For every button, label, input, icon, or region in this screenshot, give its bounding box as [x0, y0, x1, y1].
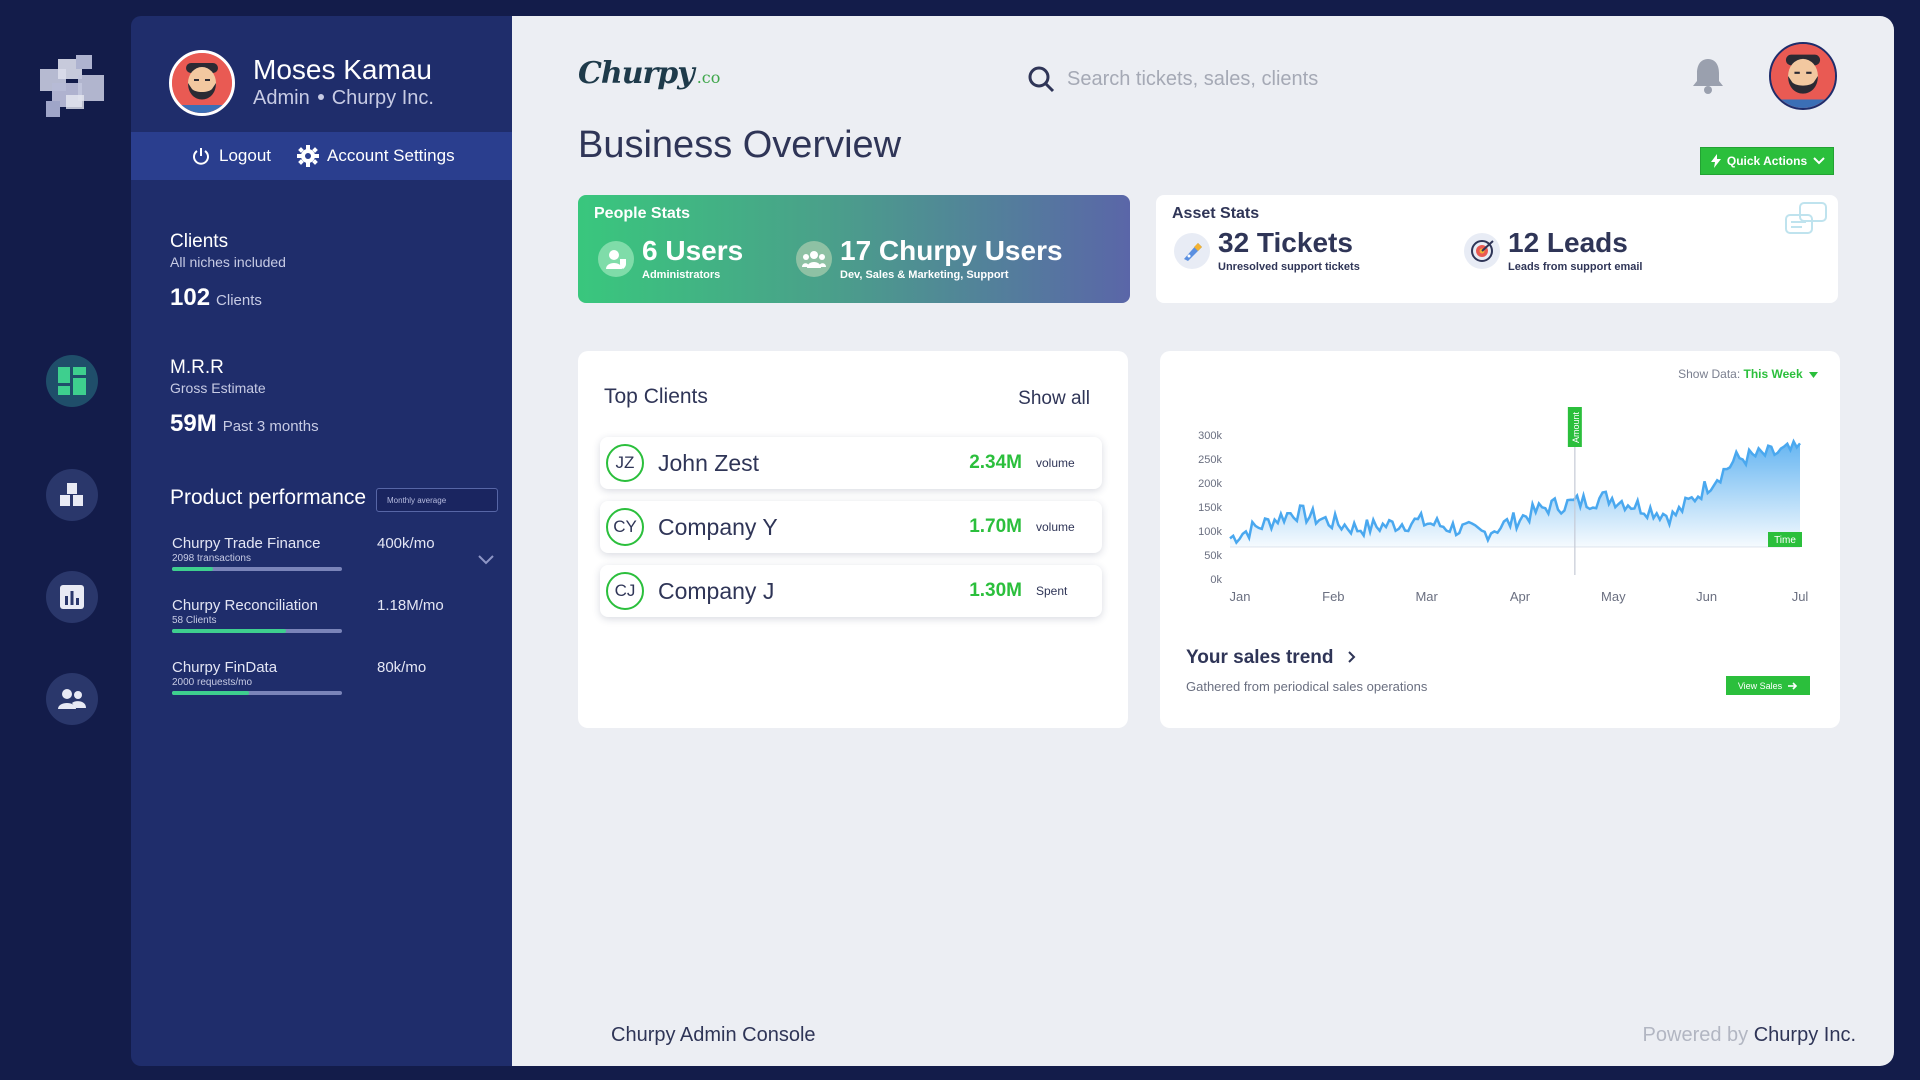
search-icon[interactable]: [1027, 65, 1055, 93]
perf-item-findata: Churpy FinData 2000 requests/mo 80k/mo: [172, 659, 512, 695]
footer-powered-by: Powered by Churpy Inc.: [1642, 1024, 1856, 1046]
y-tick-label: 100k: [1198, 526, 1222, 538]
user-company: Churpy Inc.: [331, 87, 434, 109]
user-role: Admin: [253, 87, 310, 109]
x-tick-label: Jan: [1230, 589, 1251, 604]
x-tick-label: Apr: [1510, 589, 1531, 604]
perf-progress-bar: [172, 691, 342, 695]
sales-trend-link[interactable]: Your sales trend: [1186, 647, 1357, 669]
chevron-down-icon: [1813, 157, 1825, 165]
user-shield-icon: [598, 241, 634, 277]
tickets-stat: 32 Tickets Unresolved support tickets: [1174, 229, 1360, 273]
y-tick-label: 0k: [1210, 574, 1222, 586]
gear-icon: [297, 145, 319, 167]
logout-button[interactable]: Logout: [191, 146, 271, 166]
client-row[interactable]: CJ Company J 1.30M Spent: [600, 565, 1102, 617]
footer-console-name: Churpy Admin Console: [611, 1024, 816, 1046]
chevron-down-icon[interactable]: [477, 554, 495, 566]
churpy-users-stat: 17 Churpy Users Dev, Sales & Marketing, …: [796, 237, 1063, 281]
bell-icon[interactable]: [1690, 56, 1726, 94]
clients-stat: Clients All niches included 102 Clients: [170, 231, 286, 311]
client-initials: JZ: [606, 444, 644, 482]
people-stats-card: People Stats 6 Users Administrators 17 C…: [578, 195, 1130, 303]
leads-stat: 12 Leads Leads from support email: [1464, 229, 1642, 273]
reports-nav-button[interactable]: [46, 571, 98, 623]
avatar[interactable]: [169, 50, 235, 116]
quick-actions-button[interactable]: Quick Actions: [1700, 147, 1834, 175]
clients-count: 102: [170, 284, 211, 311]
x-tick-label: Mar: [1415, 589, 1438, 604]
dashboard-icon: [58, 367, 86, 395]
performance-period-select[interactable]: Monthly average: [376, 488, 498, 512]
perf-progress-bar: [172, 629, 342, 633]
chevron-right-icon: [1348, 651, 1356, 663]
users-icon: [58, 689, 86, 709]
y-tick-label: 150k: [1198, 502, 1222, 514]
ticket-icon: [1174, 233, 1210, 269]
chat-bubbles-icon: [1785, 202, 1827, 234]
asset-stats-card: Asset Stats 32 Tickets Unresolved suppor…: [1156, 195, 1838, 303]
users-stat: 6 Users Administrators: [598, 237, 743, 281]
top-clients-title: Top Clients: [604, 385, 708, 408]
account-settings-button[interactable]: Account Settings: [297, 145, 455, 167]
app-logo-icon: [40, 55, 104, 117]
boxes-icon: [60, 483, 83, 506]
bearded-man-avatar-icon: [172, 53, 232, 113]
brand-logo[interactable]: Churpy .co: [578, 56, 720, 91]
client-row[interactable]: JZ John Zest 2.34M volume: [600, 437, 1102, 489]
time-tag-label: Time: [1774, 535, 1796, 546]
x-tick-label: May: [1601, 589, 1626, 604]
client-amount: 1.30M: [969, 580, 1022, 601]
page-title: Business Overview: [578, 124, 902, 166]
mrr-stat: M.R.R Gross Estimate 59M Past 3 months: [170, 357, 319, 437]
client-amount: 1.70M: [969, 516, 1022, 537]
y-tick-label: 200k: [1198, 478, 1222, 490]
client-row[interactable]: CY Company Y 1.70M volume: [600, 501, 1102, 553]
bar-chart-icon: [60, 585, 84, 609]
power-icon: [193, 148, 209, 165]
users-icon: [796, 241, 832, 277]
sales-area-chart[interactable]: 300k 250k 200k 150k 100k 50k 0k Jan Feb Mar Apr May…: [1160, 351, 1840, 631]
arrow-right-icon: [1788, 681, 1798, 690]
account-bar: Logout Account Settings: [131, 132, 513, 180]
client-amount: 2.34M: [969, 452, 1022, 473]
view-sales-button[interactable]: View Sales: [1726, 676, 1810, 695]
client-name: John Zest: [658, 449, 759, 476]
users-nav-button[interactable]: [46, 673, 98, 725]
sales-area-fill: [1230, 441, 1800, 547]
client-initials: CY: [606, 508, 644, 546]
x-tick-label: Jun: [1696, 589, 1717, 604]
show-all-link[interactable]: Show all: [1018, 388, 1090, 410]
amount-tag-label: Amount: [1571, 411, 1581, 443]
top-clients-card: Top Clients Show all JZ John Zest 2.34M …: [578, 351, 1128, 728]
bearded-man-avatar-icon: [1771, 44, 1835, 108]
search-input[interactable]: [1067, 67, 1427, 91]
inventory-nav-button[interactable]: [46, 469, 98, 521]
icon-rail: [0, 0, 131, 1080]
main-panel: Churpy.co Business Overview Quick Action…: [512, 16, 1894, 1066]
sidebar: Moses Kamau Admin Churpy Inc. Logout Acc…: [131, 16, 513, 1066]
x-tick-label: Feb: [1322, 589, 1344, 604]
product-performance-title: Product performance: [170, 486, 367, 509]
user-profile: Moses Kamau Admin Churpy Inc.: [169, 50, 434, 116]
top-avatar[interactable]: [1769, 42, 1837, 110]
mrr-value: 59M: [170, 410, 217, 437]
perf-item-trade-finance: Churpy Trade Finance 2098 transactions 4…: [172, 535, 512, 571]
y-tick-label: 250k: [1198, 454, 1222, 466]
client-initials: CJ: [606, 572, 644, 610]
perf-progress-bar: [172, 567, 342, 571]
perf-item-reconciliation: Churpy Reconciliation 58 Clients 1.18M/m…: [172, 597, 512, 633]
dashboard-nav-button[interactable]: [46, 355, 98, 407]
search-bar: [1027, 65, 1427, 93]
client-name: Company J: [658, 577, 775, 604]
target-icon: [1464, 233, 1500, 269]
client-name: Company Y: [658, 513, 778, 540]
y-tick-label: 50k: [1204, 550, 1222, 562]
sales-chart-card: Show Data: This Week 300k 250k 200k 150k 100…: [1160, 351, 1840, 728]
x-tick-label: Jul: [1792, 589, 1809, 604]
lightning-icon: [1710, 154, 1721, 168]
y-tick-label: 300k: [1198, 430, 1222, 442]
user-name: Moses Kamau: [253, 54, 432, 85]
